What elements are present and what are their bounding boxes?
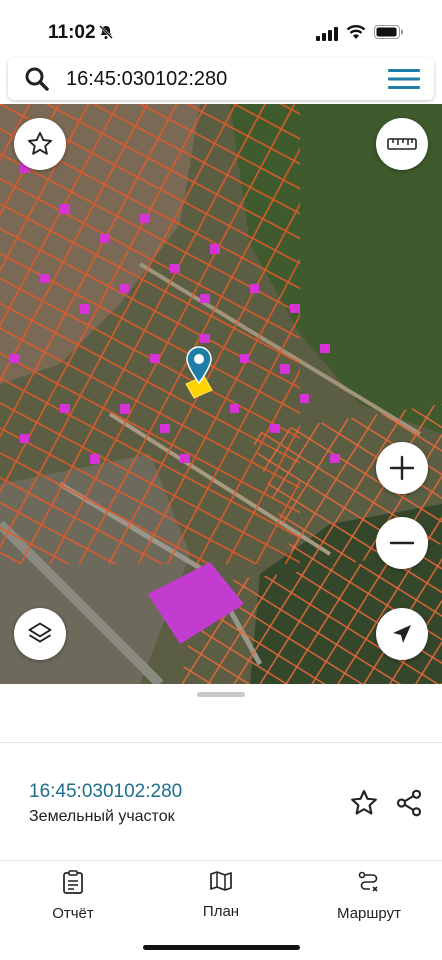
parcel-info-sheet[interactable]: 16:45:030102:280 Земельный участок Отчёт… — [0, 684, 442, 960]
search-bar[interactable]: 16:45:030102:280 — [8, 58, 434, 100]
report-icon — [63, 870, 83, 894]
satellite-map[interactable] — [0, 104, 442, 684]
parcel-type-label: Земельный участок — [29, 808, 175, 825]
search-icon[interactable] — [24, 66, 50, 92]
layers-icon — [28, 622, 52, 643]
zoom-out-button[interactable] — [376, 517, 428, 569]
divider — [0, 860, 442, 861]
star-icon — [27, 131, 53, 155]
plus-icon — [389, 455, 415, 481]
navigation-arrow-icon — [393, 625, 411, 643]
hamburger-menu-icon[interactable] — [388, 68, 420, 90]
favorites-button[interactable] — [14, 118, 66, 170]
tab-plan-label: План — [202, 903, 240, 920]
my-location-button[interactable] — [376, 608, 428, 660]
tab-route[interactable]: Маршрут — [314, 870, 424, 922]
map-view[interactable] — [0, 104, 442, 684]
share-icon[interactable] — [394, 788, 424, 818]
cellular-signal-icon — [316, 27, 338, 41]
minus-icon — [389, 541, 415, 545]
search-input[interactable]: 16:45:030102:280 — [66, 68, 227, 91]
mute-bell-icon — [99, 25, 113, 39]
tab-report-label: Отчёт — [52, 905, 94, 922]
star-icon[interactable] — [349, 788, 379, 818]
status-time: 11:02 — [48, 22, 96, 43]
status-bar: 11:02 — [0, 0, 442, 60]
ruler-button[interactable] — [376, 118, 428, 170]
battery-icon — [374, 25, 403, 39]
route-icon — [358, 871, 378, 892]
layers-button[interactable] — [14, 608, 66, 660]
location-pin-icon — [186, 346, 212, 384]
tab-route-label: Маршрут — [337, 905, 401, 922]
map-icon — [210, 871, 232, 891]
wifi-icon — [346, 25, 366, 39]
tab-report[interactable]: Отчёт — [18, 870, 128, 922]
ruler-icon — [387, 138, 417, 150]
zoom-in-button[interactable] — [376, 442, 428, 494]
home-indicator[interactable] — [143, 945, 300, 950]
cadastral-number[interactable]: 16:45:030102:280 — [29, 781, 182, 803]
sheet-grabber[interactable] — [197, 692, 245, 697]
tab-plan[interactable]: План — [166, 870, 276, 920]
divider — [0, 742, 442, 743]
